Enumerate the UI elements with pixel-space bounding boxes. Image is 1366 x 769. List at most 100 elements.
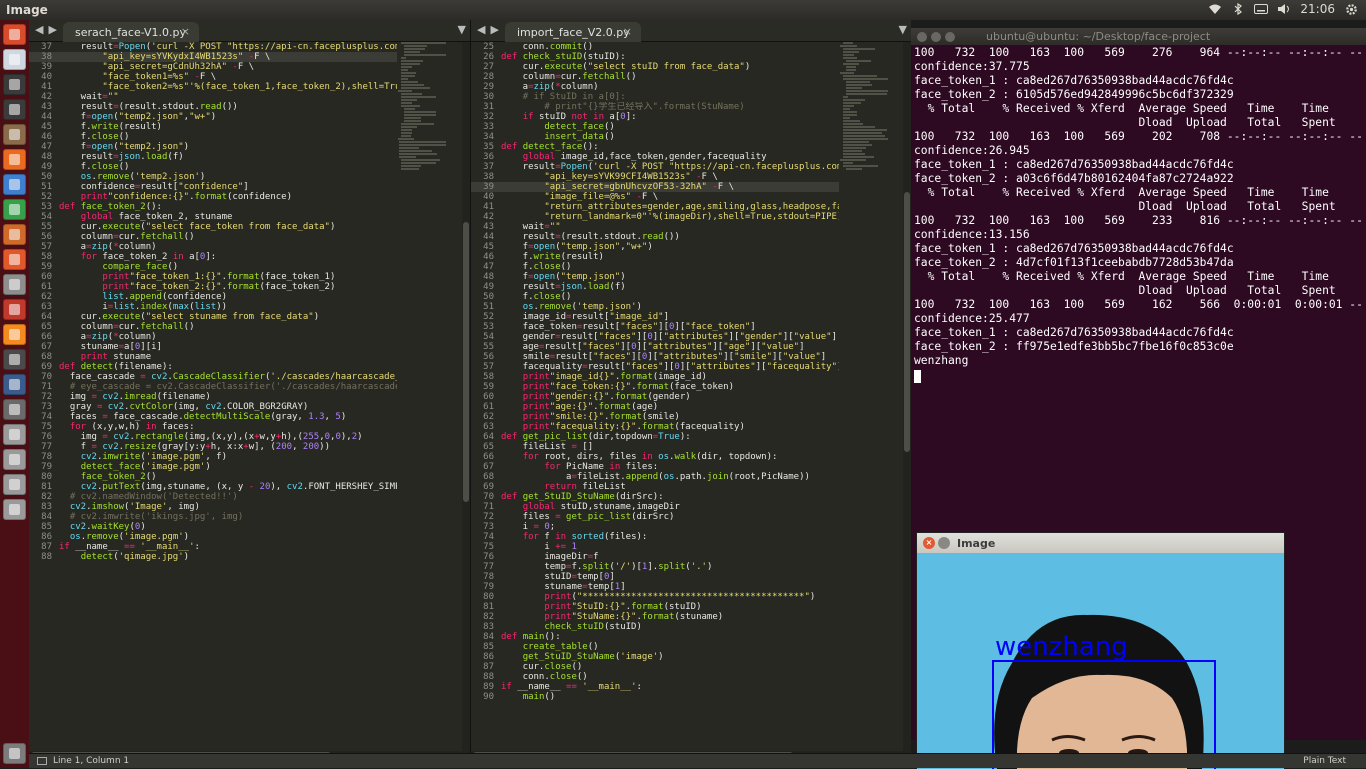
libreoffice-calc-icon[interactable]	[3, 199, 26, 220]
minimap[interactable]	[840, 42, 902, 172]
tab-serach-face[interactable]: serach_face-V1.0.py ×	[63, 22, 199, 42]
code-line[interactable]: 56 smile=result["faces"][0]["attributes"…	[471, 352, 839, 362]
code-line[interactable]: 73 gray = cv2.cvtColor(img, cv2.COLOR_BG…	[29, 402, 397, 412]
code-line[interactable]: 44 f=open("temp2.json","w+")	[29, 112, 397, 122]
code-line[interactable]: 54 gender=result["faces"][0]["attributes…	[471, 332, 839, 342]
code-line[interactable]: 85 create_table()	[471, 642, 839, 652]
code-line[interactable]: 39 "api_secret=gCdnUh32hA" -F \	[29, 62, 397, 72]
code-line[interactable]: 84 def main():	[471, 632, 839, 642]
code-line[interactable]: 49 result=json.load(f)	[471, 282, 839, 292]
device-icon[interactable]	[3, 449, 26, 470]
code-line[interactable]: 40 "image_file=@%s" -F \	[471, 192, 839, 202]
code-line[interactable]: 81 print"StuID:{}".format(stuID)	[471, 602, 839, 612]
chrome-icon[interactable]	[3, 49, 26, 70]
code-line[interactable]: 53 def face_token_2():	[29, 202, 397, 212]
code-line[interactable]: 72 img = cv2.imread(filename)	[29, 392, 397, 402]
code-line[interactable]: 67 for PicName in files:	[471, 462, 839, 472]
code-area[interactable]: 37 result=Popen('curl -X POST "https://a…	[29, 42, 397, 751]
code-line[interactable]: 26 def check_stuID(stuID):	[471, 52, 839, 62]
code-line[interactable]: 51 confidence=result["confidence"]	[29, 182, 397, 192]
code-line[interactable]: 58 for face_token_2 in a[0]:	[29, 252, 397, 262]
code-line[interactable]: 83 cv2.imshow('Image', img)	[29, 502, 397, 512]
image-window-titlebar[interactable]: × Image	[917, 533, 1284, 553]
code-line[interactable]: 35 def detect_face():	[471, 142, 839, 152]
workspace-icon[interactable]	[3, 399, 26, 420]
device-icon[interactable]	[3, 424, 26, 445]
code-line[interactable]: 44 result=(result.stdout.read())	[471, 232, 839, 242]
code-line[interactable]: 41 "return_attributes=gender,age,smiling…	[471, 202, 839, 212]
libreoffice-writer-icon[interactable]	[3, 174, 26, 195]
code-line[interactable]: 81 cv2.putText(img,stuname, (x, y - 20),…	[29, 482, 397, 492]
code-line[interactable]: 68 a=fileList.append(os.path.join(root,P…	[471, 472, 839, 482]
code-line[interactable]: 42 wait=""	[29, 92, 397, 102]
code-line[interactable]: 63 print"facequality:{}".format(facequal…	[471, 422, 839, 432]
code-line[interactable]: 84 # cv2.imwrite('ikings.jpg', img)	[29, 512, 397, 522]
chevron-down-icon[interactable]: ▼	[458, 23, 466, 36]
ubuntu-dash-icon[interactable]	[3, 24, 26, 45]
code-line[interactable]: 47 f.close()	[471, 262, 839, 272]
code-line[interactable]: 58 print"image_id{}".format(image_id)	[471, 372, 839, 382]
code-line[interactable]: 89 if __name__ == '__main__':	[471, 682, 839, 692]
wifi-icon[interactable]	[1208, 2, 1222, 16]
chevron-down-icon[interactable]: ▼	[899, 23, 907, 36]
code-line[interactable]: 30 # if StuID in a[0]:	[471, 92, 839, 102]
code-line[interactable]: 66 for root, dirs, files in os.walk(dir,…	[471, 452, 839, 462]
code-line[interactable]: 43 result=(result.stdout.read())	[29, 102, 397, 112]
minimap[interactable]	[398, 42, 460, 172]
tab-import-face[interactable]: import_face_V2.0.py ×	[505, 22, 641, 42]
code-line[interactable]: 34 insert_data()	[471, 132, 839, 142]
trash-icon[interactable]	[3, 743, 26, 764]
code-area[interactable]: 25 conn.commit() 26 def check_stuID(stuID)…	[471, 42, 839, 751]
filezilla-icon[interactable]	[3, 299, 26, 320]
maximize-icon[interactable]	[945, 32, 955, 42]
minimize-icon[interactable]	[931, 32, 941, 42]
gear-icon[interactable]	[1344, 2, 1358, 16]
vertical-scrollbar[interactable]	[903, 42, 911, 751]
code-line[interactable]: 52 image_id=result["image_id"]	[471, 312, 839, 322]
close-icon[interactable]: ×	[181, 25, 190, 38]
code-line[interactable]: 46 f.close()	[29, 132, 397, 142]
code-line[interactable]: 41 "face_token2=%s"'%(face_token_1,face_…	[29, 82, 397, 92]
code-line[interactable]: 77 f = cv2.resize(gray[y:y+h, x:x+w], (2…	[29, 442, 397, 452]
console-icon[interactable]	[37, 757, 47, 765]
vertical-scrollbar[interactable]	[462, 42, 470, 751]
code-line[interactable]: 77 temp=f.split('/')[1].split('.')	[471, 562, 839, 572]
code-line[interactable]: 46 f.write(result)	[471, 252, 839, 262]
code-line[interactable]: 57 facequality=result["faces"][0]["attri…	[471, 362, 839, 372]
sound-icon[interactable]	[1277, 2, 1291, 16]
code-line[interactable]: 56 column=cur.fetchall()	[29, 232, 397, 242]
code-line[interactable]: 29 a=zip(*column)	[471, 82, 839, 92]
code-line[interactable]: 90 main()	[471, 692, 839, 702]
code-line[interactable]: 78 cv2.imwrite('image.pgm', f)	[29, 452, 397, 462]
code-line[interactable]: 85 cv2.waitKey(0)	[29, 522, 397, 532]
code-line[interactable]: 73 i = 0;	[471, 522, 839, 532]
code-line[interactable]: 50 os.remove('temp2.json')	[29, 172, 397, 182]
clock[interactable]: 21:06	[1300, 2, 1335, 16]
terminal-output[interactable]: 100 732 100 163 100 569 276 964 --:--:--…	[914, 46, 1366, 368]
code-line[interactable]: 59 compare_face()	[29, 262, 397, 272]
libreoffice-impress-icon[interactable]	[3, 224, 26, 245]
code-line[interactable]: 78 stuID=temp[0]	[471, 572, 839, 582]
code-line[interactable]: 42 "return_landmark=0"'%(imageDir),shell…	[471, 212, 839, 222]
bluetooth-icon[interactable]	[1231, 2, 1245, 16]
code-line[interactable]: 87 if __name__ == '__main__':	[29, 542, 397, 552]
code-line[interactable]: 45 f=open("temp.json","w+")	[471, 242, 839, 252]
terminal-icon[interactable]	[3, 74, 26, 95]
code-line[interactable]: 83 check_stuID(stuID)	[471, 622, 839, 632]
code-line[interactable]: 27 cur.execute("select stuID from face_d…	[471, 62, 839, 72]
code-line[interactable]: 39 "api_secret=gbnUhcvzOF53-32hA" -F \	[471, 182, 839, 192]
code-line[interactable]: 25 conn.commit()	[471, 42, 839, 52]
scrollbar-thumb[interactable]	[463, 222, 469, 502]
firefox-icon[interactable]	[3, 149, 26, 170]
code-line[interactable]: 53 face_token=result["faces"][0]["face_t…	[471, 322, 839, 332]
code-line[interactable]: 62 print"smile:{}".format(smile)	[471, 412, 839, 422]
code-line[interactable]: 40 "face_token1=%s" -F \	[29, 72, 397, 82]
code-line[interactable]: 38 "api_key=sYVKydxI4WB1523s" -F \	[29, 52, 397, 62]
code-line[interactable]: 71 global stuID,stuname,imageDir	[471, 502, 839, 512]
code-line[interactable]: 50 f.close()	[471, 292, 839, 302]
close-icon[interactable]: ×	[923, 537, 935, 549]
code-line[interactable]: 28 column=cur.fetchall()	[471, 72, 839, 82]
code-line[interactable]: 79 detect_face('image.pgm')	[29, 462, 397, 472]
code-line[interactable]: 66 a=zip(*column)	[29, 332, 397, 342]
code-line[interactable]: 65 fileList = []	[471, 442, 839, 452]
